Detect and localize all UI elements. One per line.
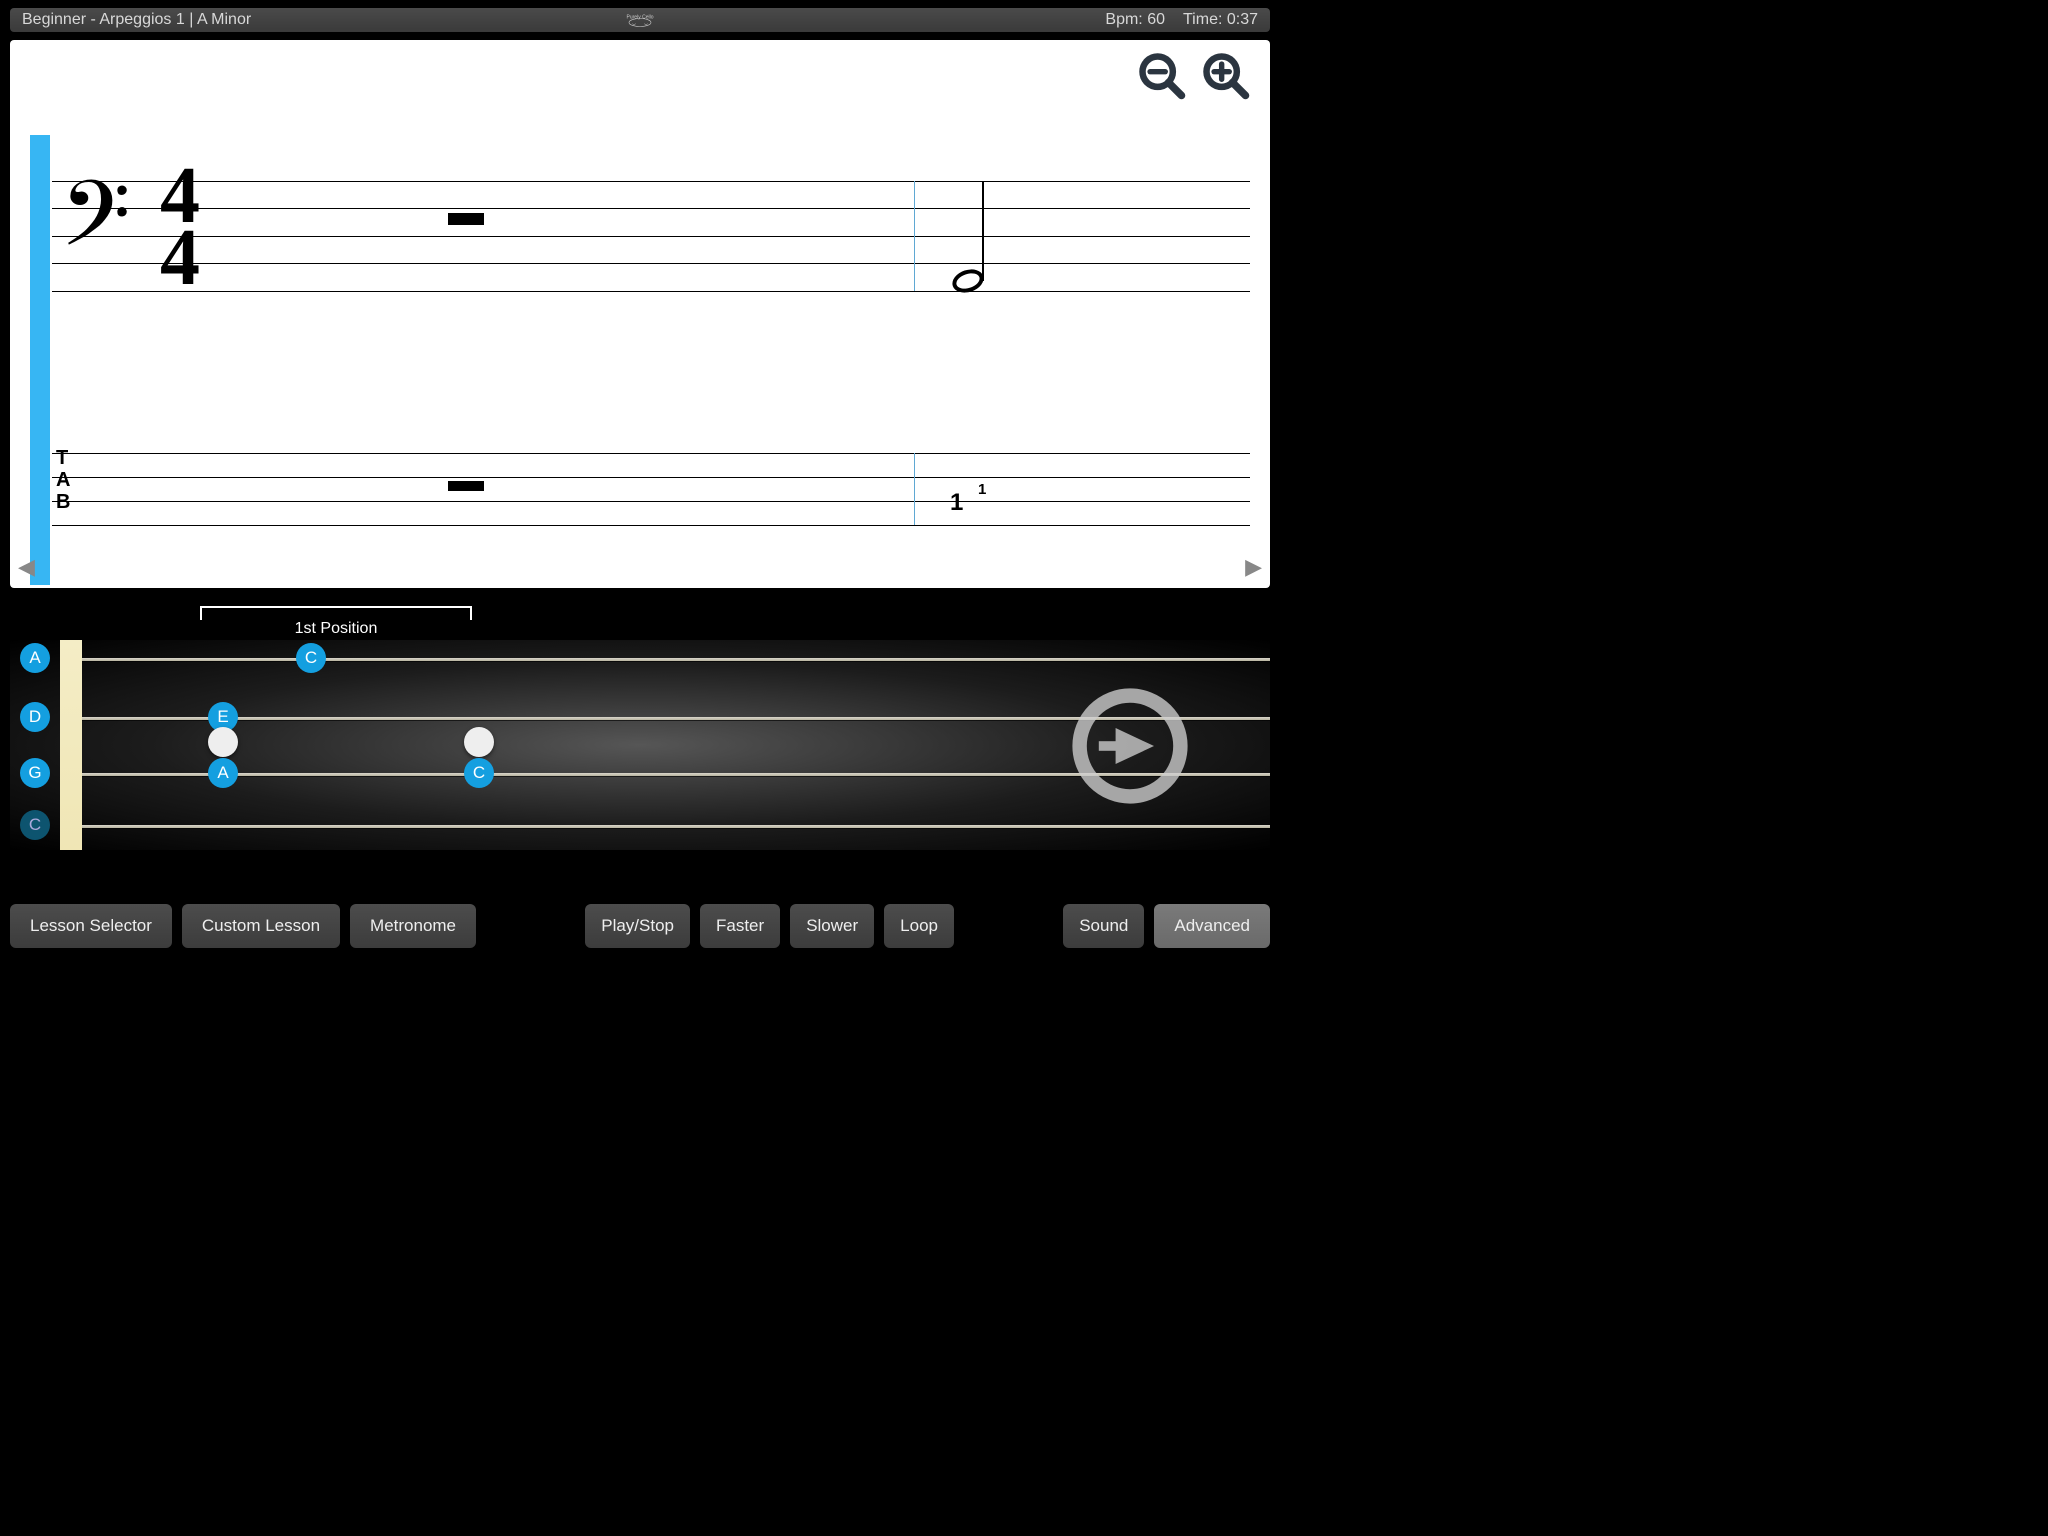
header-bar: Beginner - Arpeggios 1 | A Minor Purely … (10, 8, 1270, 32)
music-staff (52, 181, 1250, 291)
lesson-title: Beginner - Arpeggios 1 | A Minor (22, 11, 251, 29)
open-note-c[interactable]: C (20, 810, 50, 840)
fret-note-a[interactable]: A (208, 758, 238, 788)
score-prev-button[interactable]: ◀ (18, 554, 35, 580)
time-signature: 44 (160, 165, 200, 290)
play-button[interactable] (1070, 686, 1190, 806)
play-stop-button[interactable]: Play/Stop (585, 904, 690, 948)
position-bracket (200, 606, 472, 620)
open-note-a[interactable]: A (20, 643, 50, 673)
lesson-selector-button[interactable]: Lesson Selector (10, 904, 172, 948)
score-next-button[interactable]: ▶ (1245, 554, 1262, 580)
open-note-g[interactable]: G (20, 758, 50, 788)
time-display: Time: 0:37 (1183, 11, 1258, 29)
sound-button[interactable]: Sound (1063, 904, 1144, 948)
custom-lesson-button[interactable]: Custom Lesson (182, 904, 340, 948)
slower-button[interactable]: Slower (790, 904, 874, 948)
bass-clef: 𝄢 (60, 171, 131, 281)
zoom-out-button[interactable] (1136, 50, 1188, 102)
open-note-d[interactable]: D (20, 702, 50, 732)
tab-barline (914, 453, 915, 525)
bpm-display: Bpm: 60 (1105, 11, 1165, 29)
score-panel: 𝄢 44 T A B 1 1 ◀ ▶ (10, 40, 1270, 588)
faster-button[interactable]: Faster (700, 904, 780, 948)
whole-rest (448, 213, 484, 225)
tab-fret-number: 1 (950, 489, 963, 517)
barline (914, 181, 915, 291)
tab-label: T A B (56, 447, 70, 513)
position-label: 1st Position (200, 620, 472, 638)
svg-text:Purely Cello: Purely Cello (627, 15, 654, 21)
tab-finger-number: 1 (978, 481, 986, 498)
brand-logo: Purely Cello (615, 11, 665, 29)
note-stem (982, 181, 984, 281)
loop-button[interactable]: Loop (884, 904, 954, 948)
fret-marker[interactable] (208, 727, 238, 757)
string-c (82, 825, 1270, 828)
tab-rest (448, 481, 484, 491)
fret-marker[interactable] (464, 727, 494, 757)
fretboard-nut (60, 640, 82, 850)
fretboard-panel: 1st Position A D G C CEAC (10, 598, 1270, 858)
zoom-in-button[interactable] (1200, 50, 1252, 102)
metronome-button[interactable]: Metronome (350, 904, 476, 948)
fret-note-c[interactable]: C (296, 643, 326, 673)
bottom-toolbar: Lesson Selector Custom Lesson Metronome … (10, 904, 1270, 948)
string-a (82, 658, 1270, 661)
tab-staff (52, 453, 1250, 525)
playhead-cursor (30, 135, 50, 585)
advanced-button[interactable]: Advanced (1154, 904, 1270, 948)
fret-note-c[interactable]: C (464, 758, 494, 788)
